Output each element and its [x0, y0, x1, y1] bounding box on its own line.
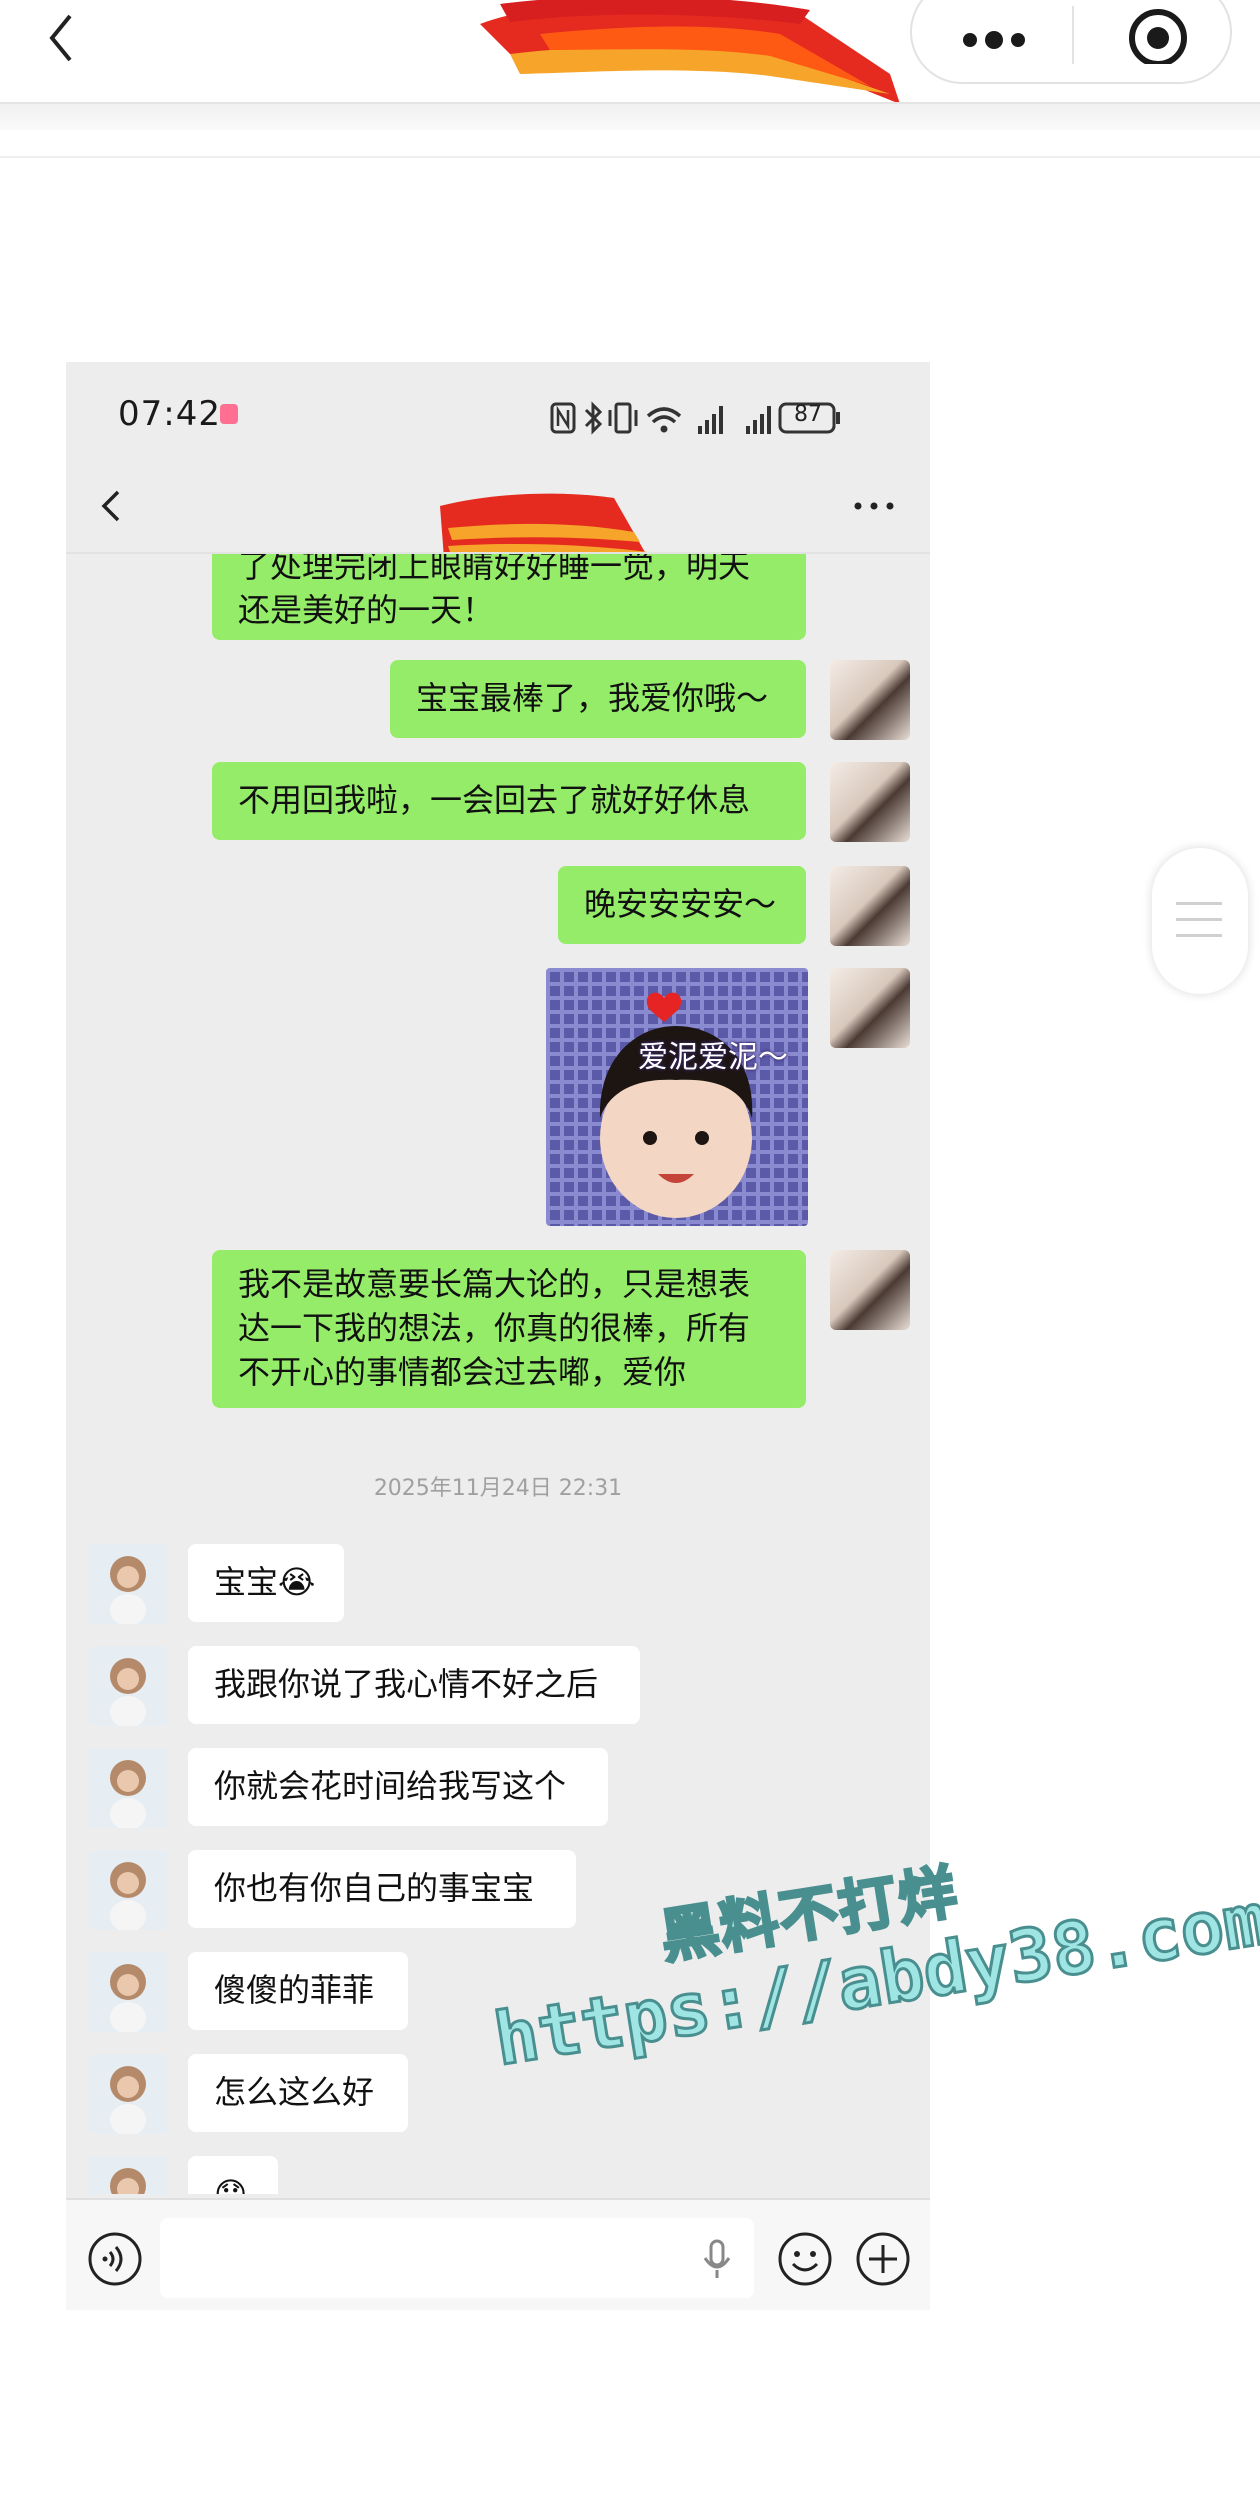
contact-avatar[interactable]: [88, 1646, 168, 1726]
chat-header: [66, 452, 930, 568]
message-bubble[interactable]: 我跟你说了我心情不好之后: [188, 1646, 640, 1724]
handle-line: [1176, 902, 1222, 905]
input-bar: [66, 2198, 930, 2310]
message-bubble[interactable]: 😞: [188, 2156, 278, 2194]
bluetooth-icon: [584, 401, 603, 435]
contact-avatar[interactable]: [88, 1748, 168, 1828]
mini-program-capsule: [910, 0, 1232, 84]
chat-back-icon[interactable]: [92, 480, 132, 530]
content-divider: [0, 156, 1260, 158]
emoji-icon[interactable]: [776, 2230, 834, 2288]
status-bar: 07:42 87: [66, 362, 930, 452]
message-bubble[interactable]: 了处理完闭上眼睛好好睡一觉，明天还是美好的一天！: [212, 554, 806, 640]
contact-avatar[interactable]: [88, 1952, 168, 2032]
handle-line: [1176, 934, 1222, 937]
contact-avatar[interactable]: [88, 1544, 168, 1624]
contact-avatar[interactable]: [88, 1850, 168, 1930]
top-shadow: [0, 104, 1260, 130]
message-bubble[interactable]: 傻傻的菲菲: [188, 1952, 408, 2030]
chat-timestamp: 2025年11月24日 22:31: [373, 1476, 623, 1501]
voice-mode-icon[interactable]: [86, 2230, 144, 2288]
vibrate-icon: [608, 402, 638, 434]
signal-icon-1: [698, 406, 723, 434]
message-bubble[interactable]: 不用回我啦，一会回去了就好好休息: [212, 762, 806, 840]
message-bubble[interactable]: 我不是故意要长篇大论的，只是想表达一下我的想法，你真的很棒，所有不开心的事情都会…: [212, 1250, 806, 1408]
close-target-icon[interactable]: [1092, 0, 1214, 67]
my-avatar[interactable]: [830, 968, 910, 1048]
sticker-image[interactable]: 爱泥爱泥～: [546, 968, 808, 1226]
message-bubble[interactable]: 宝宝最棒了，我爱你哦～: [390, 660, 806, 738]
wifi-icon: [646, 407, 682, 433]
contact-avatar[interactable]: [88, 2156, 168, 2194]
status-icons: 87: [550, 398, 930, 438]
floating-side-handle[interactable]: [1152, 848, 1248, 994]
app-notification-icon: [220, 404, 238, 424]
signal-icon-2: [746, 406, 771, 434]
nfc-icon: [550, 402, 576, 434]
my-avatar[interactable]: [830, 866, 910, 946]
outer-top-bar: [0, 0, 1260, 158]
message-input[interactable]: [160, 2218, 754, 2298]
message-bubble[interactable]: 怎么这么好: [188, 2054, 408, 2132]
microphone-icon[interactable]: [702, 2238, 732, 2282]
plus-icon[interactable]: [854, 2230, 912, 2288]
contact-avatar[interactable]: [88, 2054, 168, 2134]
back-icon[interactable]: [40, 6, 90, 66]
battery-level: 87: [794, 402, 822, 427]
my-avatar[interactable]: [830, 1250, 910, 1330]
chat-more-icon[interactable]: [850, 496, 898, 516]
status-time: 07:42: [118, 394, 221, 434]
my-avatar[interactable]: [830, 660, 910, 740]
capsule-divider: [1072, 6, 1074, 64]
message-bubble[interactable]: 你就会花时间给我写这个: [188, 1748, 608, 1826]
handle-line: [1176, 918, 1222, 921]
message-bubble[interactable]: 晚安安安安～: [558, 866, 806, 944]
more-dots-icon[interactable]: [932, 0, 1052, 64]
message-bubble[interactable]: 宝宝😭: [188, 1544, 344, 1622]
my-avatar[interactable]: [830, 762, 910, 842]
sticker-caption: 爱泥爱泥～: [638, 1040, 788, 1075]
